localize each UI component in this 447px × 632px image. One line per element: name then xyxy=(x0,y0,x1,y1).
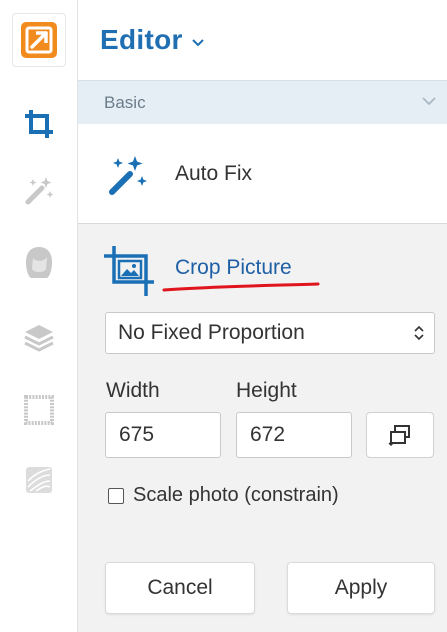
crop-picture-icon xyxy=(104,246,154,296)
width-value: 675 xyxy=(119,423,155,446)
cancel-button[interactable]: Cancel xyxy=(105,562,255,614)
crop-picture-title: Crop Picture xyxy=(175,256,292,279)
frame-tool-button[interactable] xyxy=(0,378,78,442)
logo-icon xyxy=(21,22,57,58)
texture-icon xyxy=(26,467,52,493)
select-arrows-icon xyxy=(414,325,424,341)
height-input[interactable]: 672 xyxy=(236,412,352,458)
swap-icon xyxy=(388,425,410,446)
section-label: Basic xyxy=(104,92,146,112)
height-label: Height xyxy=(236,379,297,402)
frame-icon xyxy=(24,395,54,425)
hair-tool-button[interactable] xyxy=(0,230,78,294)
app-logo-button[interactable] xyxy=(12,13,66,67)
cancel-label: Cancel xyxy=(147,576,213,599)
crop-icon xyxy=(25,110,53,138)
crop-tool-button[interactable] xyxy=(0,92,78,156)
red-underline-mark xyxy=(162,282,320,292)
scale-photo-label: Scale photo (constrain) xyxy=(133,484,339,506)
crop-panel: Crop Picture No Fixed Proportion Width H… xyxy=(78,224,447,632)
height-value: 672 xyxy=(250,423,286,446)
editor-header[interactable]: Editor xyxy=(78,0,447,80)
magic-tool-button[interactable] xyxy=(0,158,78,222)
proportion-value: No Fixed Proportion xyxy=(118,321,305,344)
tool-rail xyxy=(0,0,78,632)
scale-photo-option[interactable]: Scale photo (constrain) xyxy=(108,484,339,507)
apply-button[interactable]: Apply xyxy=(287,562,435,614)
scale-photo-checkbox[interactable] xyxy=(108,487,124,504)
magic-wand-icon xyxy=(25,177,54,205)
width-label: Width xyxy=(106,379,160,402)
section-header-basic[interactable]: Basic xyxy=(78,80,447,124)
auto-fix-label: Auto Fix xyxy=(175,162,253,185)
hair-icon xyxy=(26,247,52,278)
width-input[interactable]: 675 xyxy=(105,412,221,458)
texture-tool-button[interactable] xyxy=(0,448,78,512)
auto-fix-item[interactable]: Auto Fix xyxy=(78,124,447,224)
swap-dimensions-button[interactable] xyxy=(366,412,434,458)
chevron-down-icon xyxy=(422,97,436,106)
magic-wand-icon xyxy=(109,156,147,195)
layers-tool-button[interactable] xyxy=(0,305,78,369)
proportion-select[interactable]: No Fixed Proportion xyxy=(105,312,435,354)
editor-app: Editor Basic Auto Fix Crop Picture No Fi… xyxy=(0,0,447,632)
page-title: Editor xyxy=(100,24,183,55)
apply-label: Apply xyxy=(334,576,388,599)
chevron-down-icon xyxy=(191,39,204,47)
layers-icon xyxy=(24,325,54,352)
